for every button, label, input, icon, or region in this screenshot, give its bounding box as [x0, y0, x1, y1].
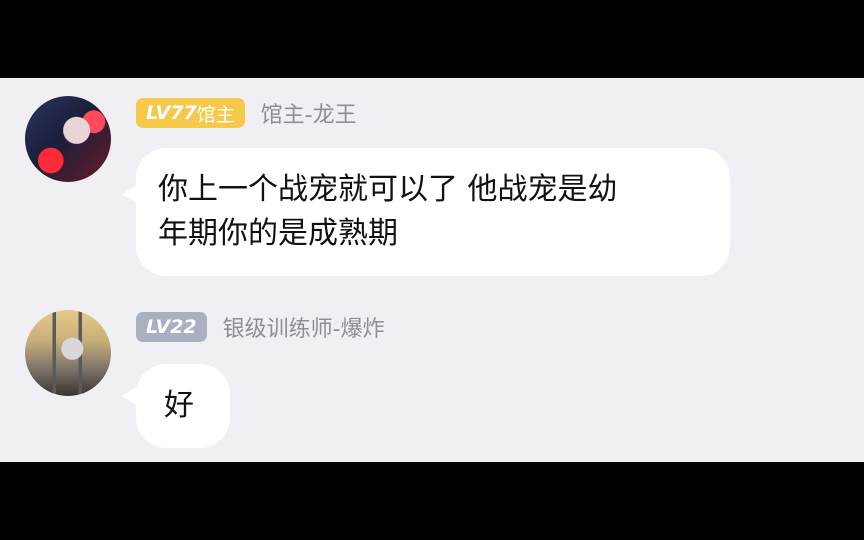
level-badge-number: 22: [170, 316, 197, 338]
username[interactable]: 银级训练师-爆炸: [223, 311, 385, 343]
message-meta: LV 77 馆主 馆主-龙王: [136, 98, 357, 128]
message-bubble[interactable]: 你上一个战宠就可以了 他战宠是幼 年期你的是成熟期: [136, 148, 730, 276]
chat-area[interactable]: LV 77 馆主 馆主-龙王 你上一个战宠就可以了 他战宠是幼 年期你的是成熟期 L…: [0, 78, 864, 462]
user-avatar-icon[interactable]: [25, 96, 111, 182]
username[interactable]: 馆主-龙王: [261, 97, 357, 129]
level-badge-prefix: LV: [146, 316, 171, 338]
message-text: 好: [164, 388, 194, 423]
message-text-line: 你上一个战宠就可以了 他战宠是幼: [158, 172, 618, 207]
level-badge: LV 77 馆主: [136, 98, 245, 128]
message-text-line: 年期你的是成熟期: [158, 216, 398, 251]
level-badge-title: 馆主: [196, 103, 235, 126]
user-avatar-icon[interactable]: [25, 310, 111, 396]
letterbox-top: [0, 0, 864, 78]
letterbox-bottom: [0, 462, 864, 540]
message-bubble[interactable]: 好: [136, 364, 230, 448]
level-badge: LV 22: [136, 312, 207, 342]
level-badge-prefix: LV: [146, 102, 171, 124]
level-badge-number: 77: [170, 102, 197, 124]
message-meta: LV 22 银级训练师-爆炸: [136, 312, 385, 342]
